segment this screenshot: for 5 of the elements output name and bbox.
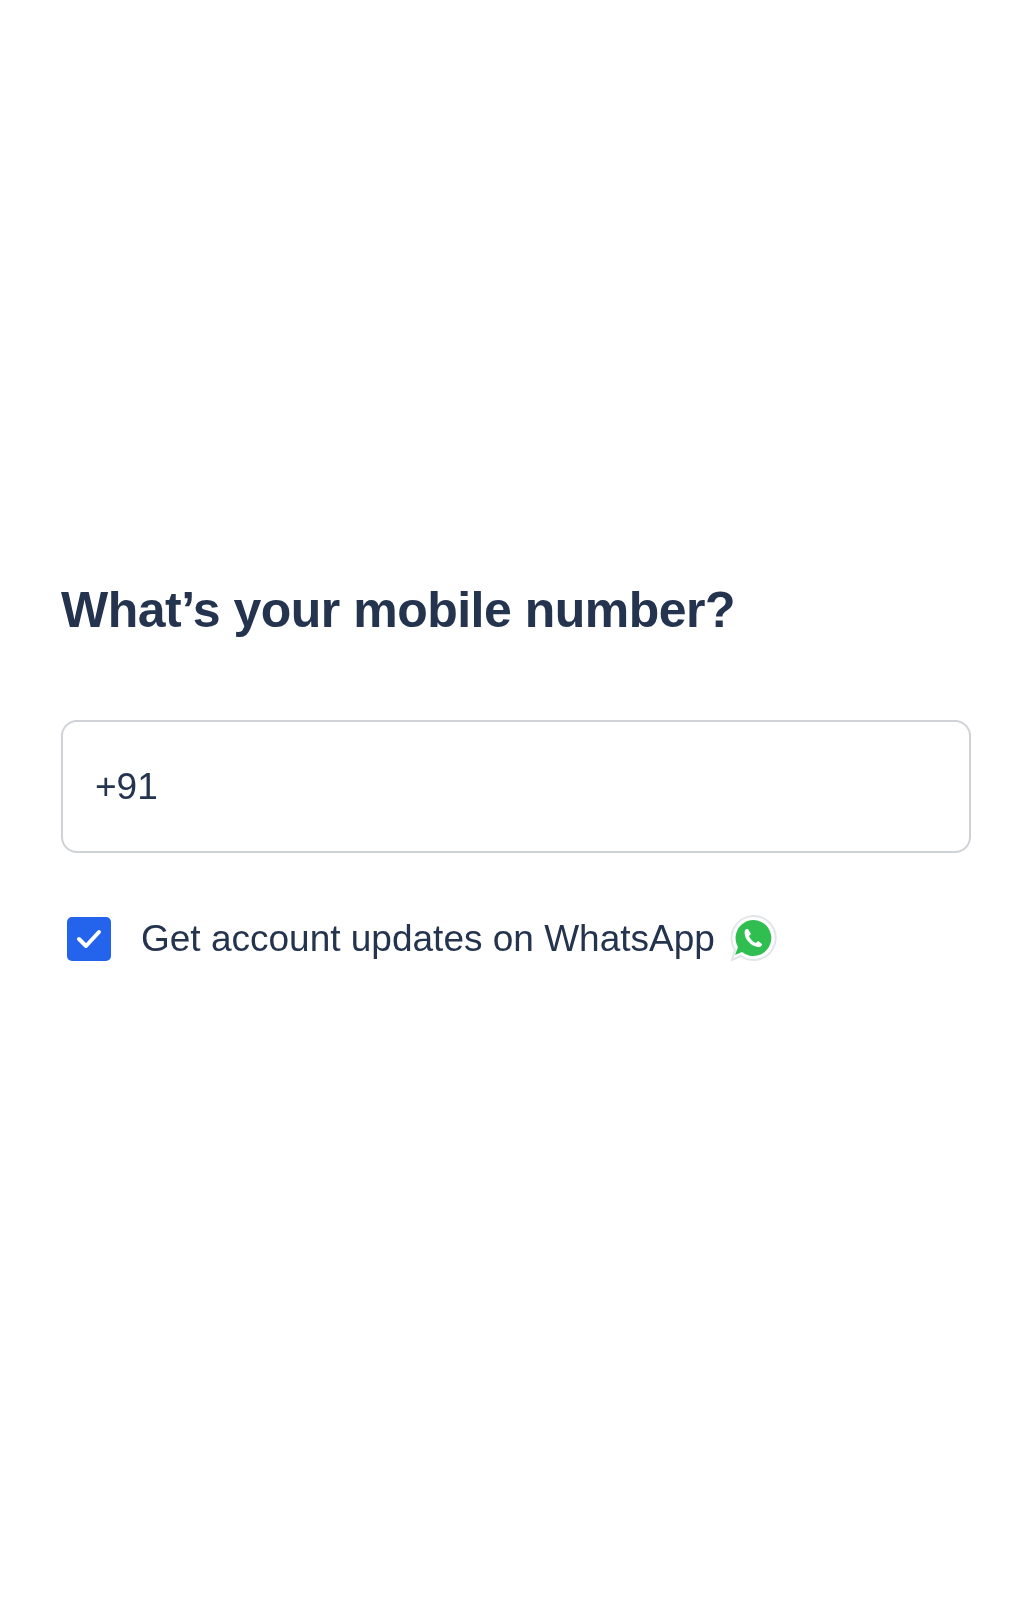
checkbox[interactable] <box>67 916 111 961</box>
page-heading: What’s your mobile number? <box>61 581 737 640</box>
checkbox-label: Get account updates on WhatsApp <box>141 917 715 961</box>
phone-field[interactable]: +91 <box>61 720 971 853</box>
chat-bubble-phone-icon <box>728 913 777 964</box>
